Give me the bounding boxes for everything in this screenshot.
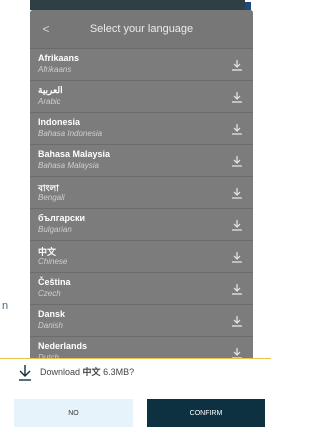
download-icon[interactable] [231,219,243,231]
back-button[interactable]: < [38,21,54,37]
download-icon[interactable] [231,123,243,135]
question-language: 中文 [82,367,101,377]
language-sheet: < Select your language Afrikaans Afrikaan… [30,10,253,361]
download-icon[interactable] [231,59,243,71]
language-native-name: Bengali [38,193,65,202]
language-native-name: Bahasa Indonesia [38,129,103,138]
download-icon[interactable] [231,251,243,263]
download-icon [19,365,31,381]
language-name: Nederlands [38,341,88,351]
language-name: Bahasa Malaysia [38,149,111,159]
language-list: Afrikaans Afrikaans العربية Arabic Indonesia… [30,49,253,361]
language-row[interactable]: Afrikaans Afrikaans [30,49,253,81]
language-native-name: Bahasa Malaysia [38,161,99,170]
top-bar [30,0,251,10]
question-prefix: Download [40,367,81,377]
language-native-name: Chinese [38,257,68,266]
language-row[interactable]: Dansk Danish [30,305,253,337]
language-name: български [38,213,86,223]
download-icon[interactable] [231,315,243,327]
language-row[interactable]: Indonesia Bahasa Indonesia [30,113,253,145]
sheet-header: < Select your language [30,10,253,49]
top-bar-edge [245,2,251,10]
language-name: العربية [38,85,63,95]
language-name: Afrikaans [38,53,80,63]
sheet-title: Select your language [89,23,194,35]
language-row[interactable]: български Bulgarian [30,209,253,241]
language-native-name: Arabic [38,97,61,106]
language-row[interactable]: Bahasa Malaysia Bahasa Malaysia [30,145,253,177]
download-icon[interactable] [231,187,243,199]
download-dialog: Download 中文 6.3MB? NO CONFIRM [0,358,271,428]
language-row[interactable]: 中文 Chinese [30,241,253,273]
download-question: Download 中文 6.3MB? [40,365,134,378]
language-native-name: Danish [38,321,63,330]
language-row[interactable]: العربية Arabic [30,81,253,113]
language-native-name: Afrikaans [38,65,72,74]
question-suffix: 6.3MB? [103,367,135,377]
download-icon[interactable] [231,91,243,103]
chevron-left-icon: < [42,22,50,36]
background-text: n [2,300,9,312]
confirm-button[interactable]: CONFIRM [147,399,265,427]
download-icon[interactable] [231,283,243,295]
download-icon[interactable] [231,155,243,167]
no-button[interactable]: NO [14,399,133,427]
language-native-name: Czech [38,289,61,298]
language-name: Čeština [38,277,71,287]
language-row[interactable]: বাংলা Bengali [30,177,253,209]
language-name: Dansk [38,309,66,319]
language-native-name: Bulgarian [38,225,72,234]
language-name: Indonesia [38,117,81,127]
language-row[interactable]: Čeština Czech [30,273,253,305]
